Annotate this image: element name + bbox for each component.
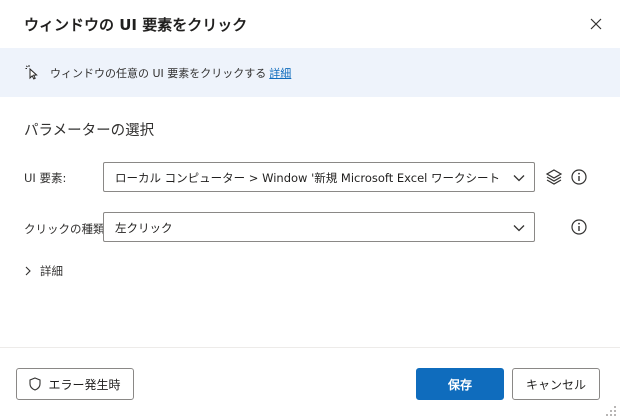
cancel-button[interactable]: キャンセル [512,368,600,400]
info-bar: ウィンドウの任意の UI 要素をクリックする 詳細 [0,48,620,97]
info-icon[interactable] [570,168,588,186]
dialog-header: ウィンドウの UI 要素をクリック [0,0,620,48]
cursor-click-icon [25,65,38,80]
ui-element-select[interactable]: ローカル コンピューター > Window '新規 Microsoft Exce… [103,162,535,192]
chevron-right-icon [25,266,31,276]
footer-divider [0,347,620,348]
info-icon[interactable] [570,218,588,236]
resize-grip-icon[interactable] [605,405,617,417]
info-text: ウィンドウの任意の UI 要素をクリックする 詳細 [50,65,291,81]
layers-icon[interactable] [545,168,563,186]
dialog-title: ウィンドウの UI 要素をクリック [24,16,248,34]
parameters-section-title: パラメーターの選択 [24,123,155,139]
chevron-down-icon [513,175,525,182]
click-type-value: 左クリック [115,221,173,235]
on-error-button[interactable]: エラー発生時 [16,368,134,400]
ui-element-value: ローカル コンピューター > Window '新規 Microsoft Exce… [115,171,504,185]
close-icon [590,18,602,30]
ui-element-label: UI 要素: [24,171,67,185]
details-expander[interactable]: 詳細 [24,262,63,280]
click-type-label: クリックの種類: [24,222,109,236]
chevron-down-icon [513,225,525,232]
shield-icon [29,377,42,391]
details-label: 詳細 [40,264,63,278]
on-error-label: エラー発生時 [48,377,121,392]
info-description: ウィンドウの任意の UI 要素をクリックする [50,67,267,80]
click-type-select[interactable]: 左クリック [103,212,535,242]
close-button[interactable] [586,14,606,34]
save-button[interactable]: 保存 [416,368,504,400]
details-link[interactable]: 詳細 [269,67,291,80]
